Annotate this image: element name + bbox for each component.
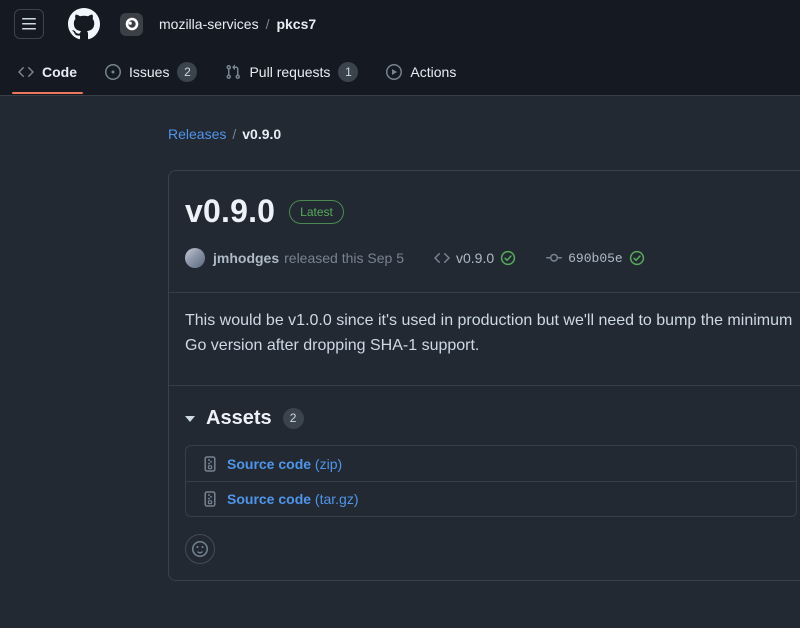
repo-name-link[interactable]: pkcs7: [276, 16, 316, 32]
assets-heading: Assets: [206, 407, 272, 430]
pull-requests-count-badge: 1: [338, 62, 358, 82]
org-name-link[interactable]: mozilla-services: [159, 16, 259, 32]
release-meta-row: jmhodges released this Sep 5 v0.9.0 690b…: [185, 248, 797, 268]
repo-context-breadcrumb: mozilla-services / pkcs7: [159, 16, 316, 32]
play-circle-icon: [386, 64, 402, 80]
three-bars-icon: [21, 16, 37, 32]
smiley-icon: [192, 541, 208, 557]
tag-group: v0.9.0: [434, 250, 516, 266]
breadcrumb-separator: /: [266, 16, 270, 32]
hamburger-menu-button[interactable]: [14, 9, 44, 39]
github-octocat-icon[interactable]: [68, 8, 100, 40]
assets-list: Source code (zip) Source code (tar.gz): [185, 445, 797, 517]
divider: [169, 292, 800, 293]
tab-actions[interactable]: Actions: [376, 48, 466, 95]
release-title: v0.9.0: [185, 193, 275, 230]
release-tag-name: v0.9.0: [456, 250, 494, 266]
main-content: Releases / v0.9.0 v0.9.0 Latest jmhodges…: [0, 96, 800, 581]
author-avatar[interactable]: [185, 248, 205, 268]
tab-issues[interactable]: Issues 2: [95, 48, 207, 95]
breadcrumb: Releases / v0.9.0: [168, 126, 800, 142]
asset-row-targz[interactable]: Source code (tar.gz): [186, 481, 796, 516]
issues-count-badge: 2: [177, 62, 197, 82]
asset-row-zip[interactable]: Source code (zip): [186, 446, 796, 481]
release-title-row: v0.9.0 Latest: [185, 187, 797, 230]
release-description: This would be v1.0.0 since it's used in …: [185, 308, 797, 358]
tab-code-label: Code: [42, 64, 77, 80]
add-reaction-button[interactable]: [185, 534, 215, 564]
file-zip-icon: [202, 491, 218, 507]
assets-count-badge: 2: [283, 408, 304, 429]
tab-code[interactable]: Code: [8, 48, 87, 95]
breadcrumb-current-tag: v0.9.0: [242, 126, 281, 142]
org-avatar[interactable]: [120, 13, 143, 36]
breadcrumb-separator: /: [232, 126, 236, 142]
tab-issues-label: Issues: [129, 64, 169, 80]
tag-code-icon: [434, 250, 450, 266]
author-name-link[interactable]: jmhodges: [213, 250, 279, 266]
source-code-zip-link[interactable]: Source code (zip): [227, 456, 342, 472]
git-commit-icon: [546, 250, 562, 266]
release-card: v0.9.0 Latest jmhodges released this Sep…: [168, 170, 800, 581]
file-zip-icon: [202, 456, 218, 472]
code-icon: [18, 64, 34, 80]
repo-nav: Code Issues 2 Pull requests 1 Actions: [0, 48, 800, 96]
verified-check-icon[interactable]: [629, 250, 645, 266]
verified-check-icon[interactable]: [500, 250, 516, 266]
source-code-targz-link[interactable]: Source code (tar.gz): [227, 491, 359, 507]
tab-pull-requests[interactable]: Pull requests 1: [215, 48, 368, 95]
releases-link[interactable]: Releases: [168, 126, 226, 142]
global-header: mozilla-services / pkcs7: [0, 0, 800, 48]
latest-badge: Latest: [289, 200, 344, 224]
git-pull-request-icon: [225, 64, 241, 80]
commit-sha-link[interactable]: 690b05e: [568, 251, 623, 266]
commit-group: 690b05e: [546, 250, 645, 266]
divider: [169, 385, 800, 386]
released-text: released this Sep 5: [284, 250, 404, 266]
issue-opened-icon: [105, 64, 121, 80]
tab-actions-label: Actions: [410, 64, 456, 80]
assets-toggle[interactable]: Assets 2: [185, 407, 797, 430]
caret-down-icon: [185, 416, 195, 422]
tab-pull-requests-label: Pull requests: [249, 64, 330, 80]
